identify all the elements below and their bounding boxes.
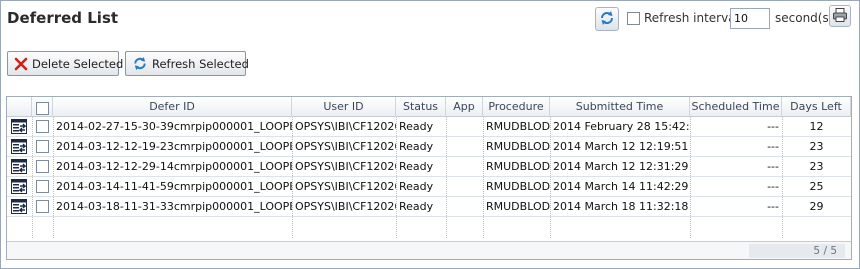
cell-defer-id: 2014-03-14-11-41-59cmrpip000001_LOOPBACK (56, 180, 292, 193)
print-icon (832, 7, 848, 26)
row-checkbox[interactable] (36, 120, 49, 133)
deferred-table: Defer ID User ID Status App Procedure Su… (6, 96, 852, 260)
delete-icon (14, 57, 28, 71)
row-view-icon[interactable] (11, 159, 27, 174)
row-checkbox[interactable] (36, 180, 49, 193)
column-header-status[interactable]: Status (396, 97, 446, 117)
seconds-label: second(s) (775, 11, 834, 25)
select-all-checkbox[interactable] (35, 102, 49, 115)
pager-status: 5 / 5 (749, 244, 845, 258)
column-header-procedure[interactable]: Procedure (483, 97, 550, 117)
cell-submitted: 2014 February 28 15:42:41 (553, 120, 690, 133)
cell-defer-id: 2014-03-12-12-29-14cmrpip000001_LOOPBACK (56, 160, 292, 173)
cell-submitted: 2014 March 18 11:32:18 (553, 200, 689, 213)
delete-selected-button[interactable]: Delete Selected (7, 51, 123, 76)
page-title: Deferred List (7, 9, 119, 27)
cell-days-left: 25 (809, 180, 824, 193)
column-header-defer-id[interactable]: Defer ID (53, 97, 292, 117)
table-row[interactable]: 2014-03-14-11-41-59cmrpip000001_LOOPBACK… (7, 177, 851, 197)
cell-status: Ready (399, 200, 434, 213)
column-header-user-id[interactable]: User ID (292, 97, 396, 117)
cell-days-left: 12 (809, 120, 824, 133)
row-view-icon[interactable] (11, 119, 27, 134)
cell-defer-id: 2014-03-12-12-19-23cmrpip000001_LOOPBACK (56, 140, 292, 153)
table-row[interactable]: 2014-02-27-15-30-39cmrpip000001_LOOPBACK… (7, 117, 851, 137)
column-header-days-left[interactable]: Days Left (782, 97, 851, 117)
row-checkbox[interactable] (36, 160, 49, 173)
cell-user-id: OPSYS\IBI\CF12026 (295, 140, 396, 153)
cell-scheduled: --- (767, 120, 779, 133)
refresh-selected-button[interactable]: Refresh Selected (125, 51, 249, 76)
cell-procedure: RMUDBLOD (486, 120, 550, 133)
refresh-interval-label: Refresh interval: (644, 11, 743, 25)
cell-status: Ready (399, 120, 434, 133)
cell-procedure: RMUDBLOD (486, 140, 550, 153)
row-view-icon[interactable] (11, 139, 27, 154)
cell-user-id: OPSYS\IBI\CF12026 (295, 200, 396, 213)
refresh-interval-checkbox[interactable] (627, 12, 640, 25)
cell-defer-id: 2014-02-27-15-30-39cmrpip000001_LOOPBACK (56, 120, 292, 133)
table-header: Defer ID User ID Status App Procedure Su… (7, 97, 851, 117)
row-view-icon[interactable] (11, 199, 27, 214)
table-row[interactable]: 2014-03-18-11-31-33cmrpip000001_LOOPBACK… (7, 197, 851, 217)
header-icon-cell (7, 97, 32, 117)
cell-procedure: RMUDBLOD (486, 160, 550, 173)
cell-scheduled: --- (767, 200, 779, 213)
cell-days-left: 23 (809, 160, 824, 173)
cell-user-id: OPSYS\IBI\CF12026 (295, 120, 396, 133)
table-footer: 5 / 5 (7, 241, 851, 259)
row-checkbox[interactable] (36, 200, 49, 213)
cell-procedure: RMUDBLOD (486, 180, 550, 193)
print-button[interactable] (829, 5, 851, 27)
refresh-icon (132, 56, 148, 71)
cell-procedure: RMUDBLOD (486, 200, 550, 213)
refresh-icon (599, 10, 615, 29)
column-header-submitted-time[interactable]: Submitted Time (550, 97, 690, 117)
table-row[interactable]: 2014-03-12-12-29-14cmrpip000001_LOOPBACK… (7, 157, 851, 177)
cell-submitted: 2014 March 12 12:31:29 (553, 160, 689, 173)
cell-status: Ready (399, 180, 434, 193)
cell-scheduled: --- (767, 180, 779, 193)
cell-scheduled: --- (767, 160, 779, 173)
column-header-app[interactable]: App (446, 97, 483, 117)
cell-app (446, 157, 483, 176)
row-checkbox[interactable] (36, 140, 49, 153)
refresh-selected-label: Refresh Selected (152, 56, 249, 71)
refresh-interval-input[interactable] (730, 8, 770, 29)
cell-app (446, 137, 483, 156)
cell-scheduled: --- (767, 140, 779, 153)
cell-app (446, 177, 483, 196)
table-row[interactable]: 2014-03-12-12-19-23cmrpip000001_LOOPBACK… (7, 137, 851, 157)
cell-status: Ready (399, 160, 434, 173)
cell-user-id: OPSYS\IBI\CF12026 (295, 160, 396, 173)
refresh-now-button[interactable] (595, 7, 619, 31)
cell-app (446, 197, 483, 216)
column-header-scheduled-time[interactable]: Scheduled Time (690, 97, 782, 117)
cell-days-left: 23 (809, 140, 824, 153)
cell-user-id: OPSYS\IBI\CF12026 (295, 180, 396, 193)
cell-submitted: 2014 March 14 11:42:29 (553, 180, 689, 193)
cell-submitted: 2014 March 12 12:19:51 (553, 140, 689, 153)
delete-selected-label: Delete Selected (32, 56, 124, 71)
header-select-all-cell (32, 97, 53, 117)
cell-app (446, 117, 483, 136)
row-view-icon[interactable] (11, 179, 27, 194)
cell-days-left: 29 (809, 200, 824, 213)
deferred-list-panel: Deferred List Refresh interval: second(s… (0, 0, 860, 269)
cell-defer-id: 2014-03-18-11-31-33cmrpip000001_LOOPBACK (56, 200, 292, 213)
cell-status: Ready (399, 140, 434, 153)
